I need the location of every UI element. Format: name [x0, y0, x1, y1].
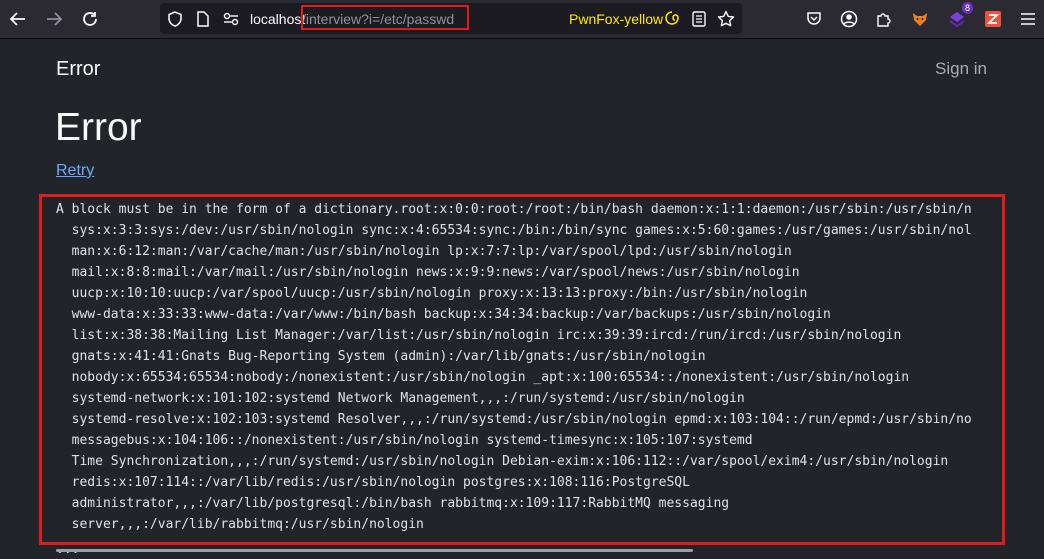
hamburger-menu-icon[interactable] [1016, 7, 1040, 31]
error-message: A block must be in the form of a diction… [56, 199, 996, 535]
error-line: redis:x:107:114::/var/lib/redis:/usr/sbi… [71, 475, 690, 490]
container-label[interactable]: PwnFox-yellow [569, 11, 663, 27]
error-line: uucp:x:10:10:uucp:/var/spool/uucp:/usr/s… [71, 286, 808, 301]
address-bar[interactable]: localhost /interview?i=/etc/passwd PwnFo… [160, 3, 742, 34]
error-line: A block must be in the form of a diction… [56, 202, 972, 217]
url-highlight-annotation [301, 5, 469, 30]
container-icon[interactable] [664, 10, 680, 26]
error-line: www-data:x:33:33:www-data:/var/www:/bin/… [71, 307, 831, 322]
error-line: Time Synchronization,,,:/run/systemd:/us… [71, 454, 949, 469]
reader-view-icon[interactable] [690, 10, 708, 28]
error-line: server,,,:/var/lib/rabbitmq:/usr/sbin/no… [56, 517, 424, 532]
arrow-left-icon[interactable] [4, 5, 32, 33]
error-line: systemd-resolve:x:102:103:systemd Resolv… [71, 412, 972, 427]
arrow-right-icon[interactable] [40, 5, 68, 33]
page-title: Error [55, 106, 142, 149]
extension-badge: 8 [961, 2, 973, 14]
shield-icon[interactable] [166, 10, 184, 28]
error-line: gnats:x:41:41:Gnats Bug-Reporting System… [71, 349, 706, 364]
url-host[interactable]: localhost [250, 11, 305, 27]
reload-icon[interactable] [76, 5, 104, 33]
error-line: administrator,,,:/var/lib/postgresql:/bi… [71, 496, 730, 511]
star-icon[interactable] [717, 10, 735, 28]
error-line: nobody:x:65534:65534:nobody:/nonexistent… [71, 370, 910, 385]
error-line: sys:x:3:3:sys:/dev:/usr/sbin/nologin syn… [71, 223, 972, 238]
page-icon[interactable] [194, 10, 212, 28]
horizontal-scrollbar[interactable] [56, 549, 693, 552]
sign-in-link[interactable]: Sign in [935, 59, 987, 79]
extension-icon[interactable]: 8 [945, 2, 973, 31]
error-line: man:x:6:12:man:/var/cache/man:/usr/sbin/… [71, 244, 792, 259]
error-line: systemd-network:x:101:102:systemd Networ… [71, 391, 745, 406]
error-line: mail:x:8:8:mail:/var/mail:/usr/sbin/nolo… [71, 265, 800, 280]
pocket-icon[interactable] [802, 7, 826, 31]
extension-icon[interactable] [981, 7, 1005, 31]
retry-link[interactable]: Retry [56, 162, 94, 180]
error-line: messagebus:x:104:106::/nonexistent:/usr/… [71, 433, 753, 448]
error-line: list:x:38:38:Mailing List Manager:/var/l… [71, 328, 902, 343]
account-icon[interactable] [837, 7, 861, 31]
extensions-icon[interactable] [872, 7, 896, 31]
fox-icon[interactable] [908, 7, 932, 31]
navbar-brand[interactable]: Error [56, 58, 100, 81]
permissions-icon[interactable] [222, 10, 240, 28]
browser-toolbar: localhost /interview?i=/etc/passwd PwnFo… [0, 0, 1044, 39]
